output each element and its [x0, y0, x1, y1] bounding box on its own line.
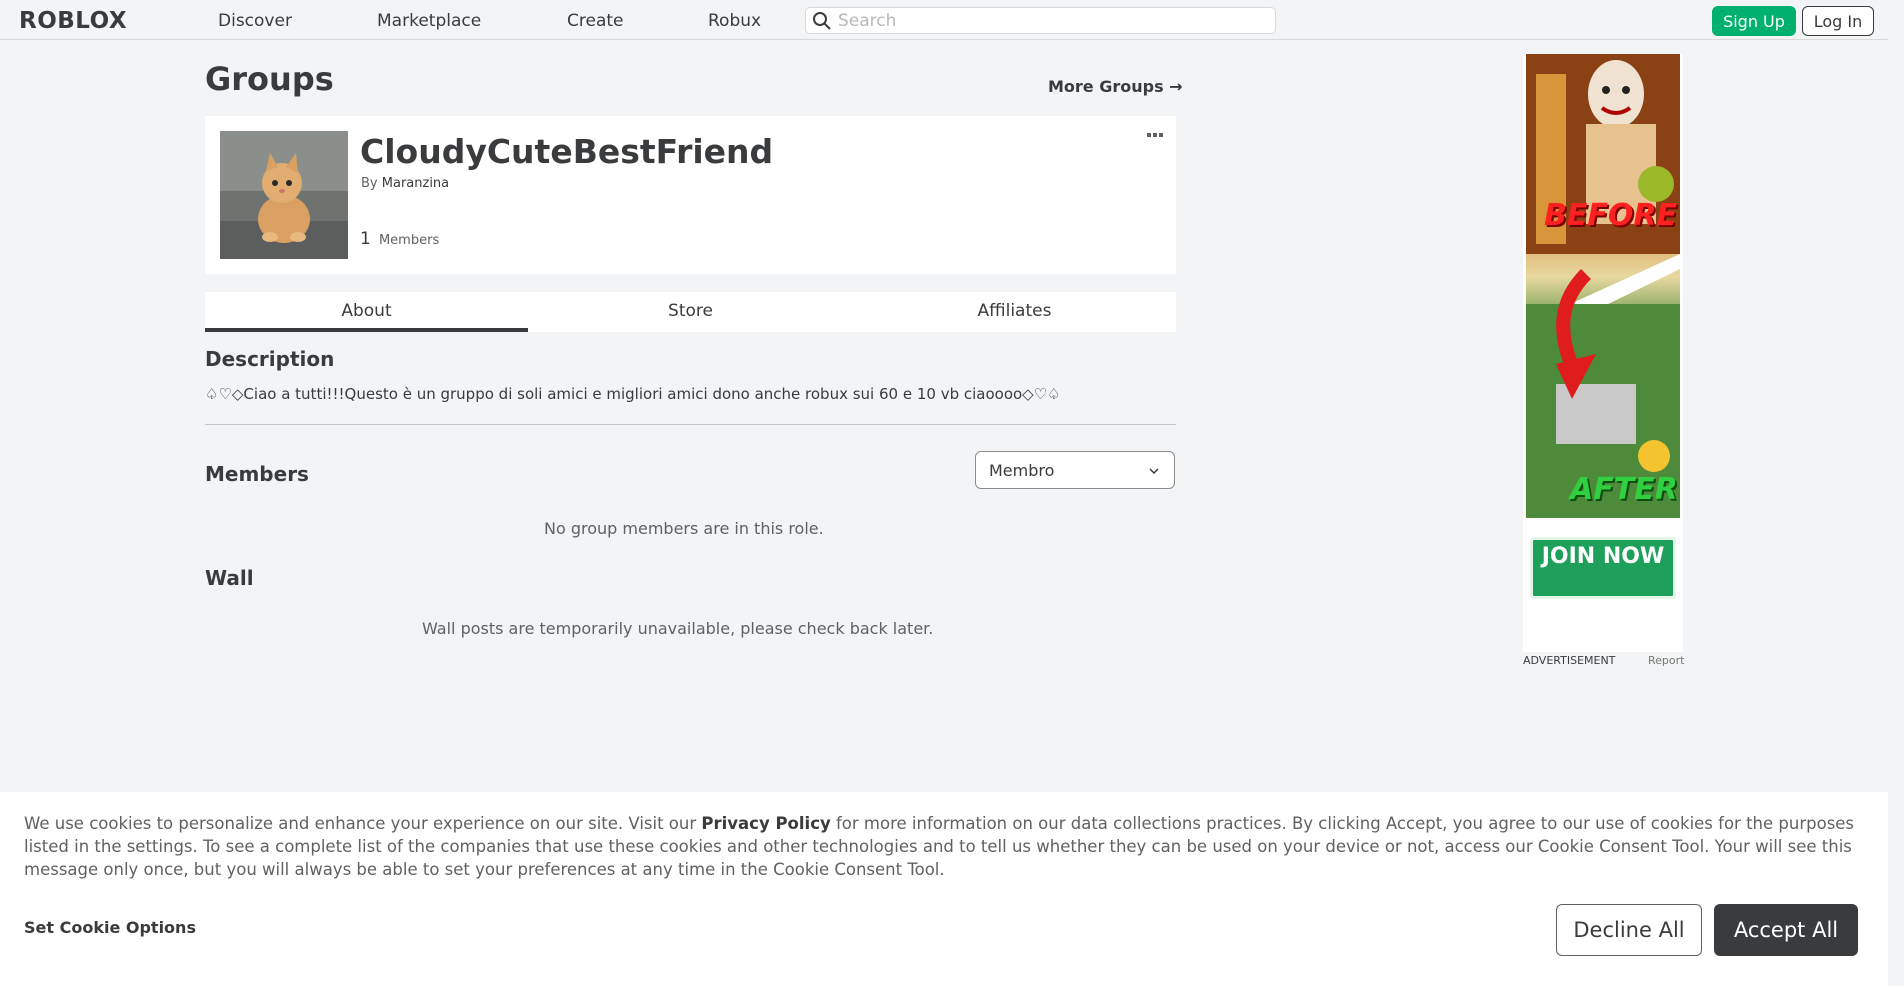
- advertisement-label: ADVERTISEMENT: [1523, 654, 1616, 667]
- ad-artwork: [1526, 54, 1680, 518]
- more-groups-link[interactable]: More Groups →: [1048, 77, 1183, 96]
- log-in-button[interactable]: Log In: [1802, 6, 1874, 36]
- sign-up-button[interactable]: Sign Up: [1712, 6, 1796, 36]
- search-icon: [813, 12, 831, 30]
- roblox-logo[interactable]: ROBLOX: [19, 8, 127, 34]
- nav-discover[interactable]: Discover: [218, 11, 292, 31]
- accept-all-button[interactable]: Accept All: [1714, 904, 1858, 956]
- members-title: Members: [205, 462, 309, 486]
- advertisement[interactable]: BEFORE AFTER JOIN NOW: [1523, 54, 1683, 652]
- by-label: By: [361, 176, 378, 191]
- ad-after-text: AFTER: [1570, 472, 1678, 507]
- member-count-label: Members: [378, 233, 440, 248]
- role-selected-value: Membro: [989, 461, 1055, 480]
- no-members-message: No group members are in this role.: [544, 519, 824, 538]
- logo-text: ROBLOX: [19, 8, 128, 34]
- tab-about[interactable]: About: [205, 292, 528, 332]
- nav-marketplace[interactable]: Marketplace: [377, 11, 481, 31]
- more-options-icon[interactable]: [1145, 130, 1165, 142]
- privacy-policy-link[interactable]: Privacy Policy: [701, 814, 830, 833]
- wall-unavailable-message: Wall posts are temporarily unavailable, …: [422, 619, 934, 638]
- ad-image: BEFORE AFTER: [1526, 54, 1680, 518]
- search-box[interactable]: [805, 7, 1276, 34]
- group-name: CloudyCuteBestFriend: [360, 132, 774, 171]
- divider: [205, 424, 1176, 425]
- chevron-down-icon: [1149, 468, 1159, 475]
- owner-link[interactable]: Maranzina: [382, 176, 449, 191]
- description-text: ♤♡◇Ciao a tutti!!!Questo è un gruppo di …: [205, 385, 1061, 403]
- ad-report-link[interactable]: Report: [1648, 654, 1684, 667]
- decline-all-button[interactable]: Decline All: [1556, 904, 1702, 956]
- description-title: Description: [205, 347, 335, 371]
- member-count-value: 1: [360, 229, 371, 249]
- nav-robux[interactable]: Robux: [708, 11, 761, 31]
- ad-join-now-button[interactable]: JOIN NOW: [1530, 537, 1676, 599]
- tab-store[interactable]: Store: [529, 292, 852, 332]
- tab-affiliates[interactable]: Affiliates: [853, 292, 1176, 332]
- cookie-text-part-1: We use cookies to personalize and enhanc…: [24, 814, 702, 833]
- top-nav-bar: ROBLOX Discover Marketplace Create Robux…: [0, 0, 1904, 40]
- kitten-image: [220, 131, 348, 259]
- scrollbar[interactable]: [1888, 0, 1904, 986]
- group-header-card: CloudyCuteBestFriend By Maranzina 1 Memb…: [205, 116, 1176, 274]
- set-cookie-options-link[interactable]: Set Cookie Options: [24, 918, 196, 937]
- search-input[interactable]: [838, 10, 1268, 31]
- wall-title: Wall: [205, 566, 254, 590]
- group-thumbnail: [220, 131, 348, 259]
- group-member-count: 1 Members: [360, 229, 439, 249]
- group-owner: By Maranzina: [361, 176, 449, 191]
- page-title: Groups: [205, 60, 334, 98]
- group-tabs: About Store Affiliates: [205, 292, 1176, 332]
- nav-create[interactable]: Create: [567, 11, 624, 31]
- ad-before-text: BEFORE: [1544, 198, 1677, 233]
- role-dropdown[interactable]: Membro: [975, 451, 1175, 489]
- cookie-message: We use cookies to personalize and enhanc…: [24, 812, 1864, 881]
- cookie-banner: We use cookies to personalize and enhanc…: [0, 792, 1888, 986]
